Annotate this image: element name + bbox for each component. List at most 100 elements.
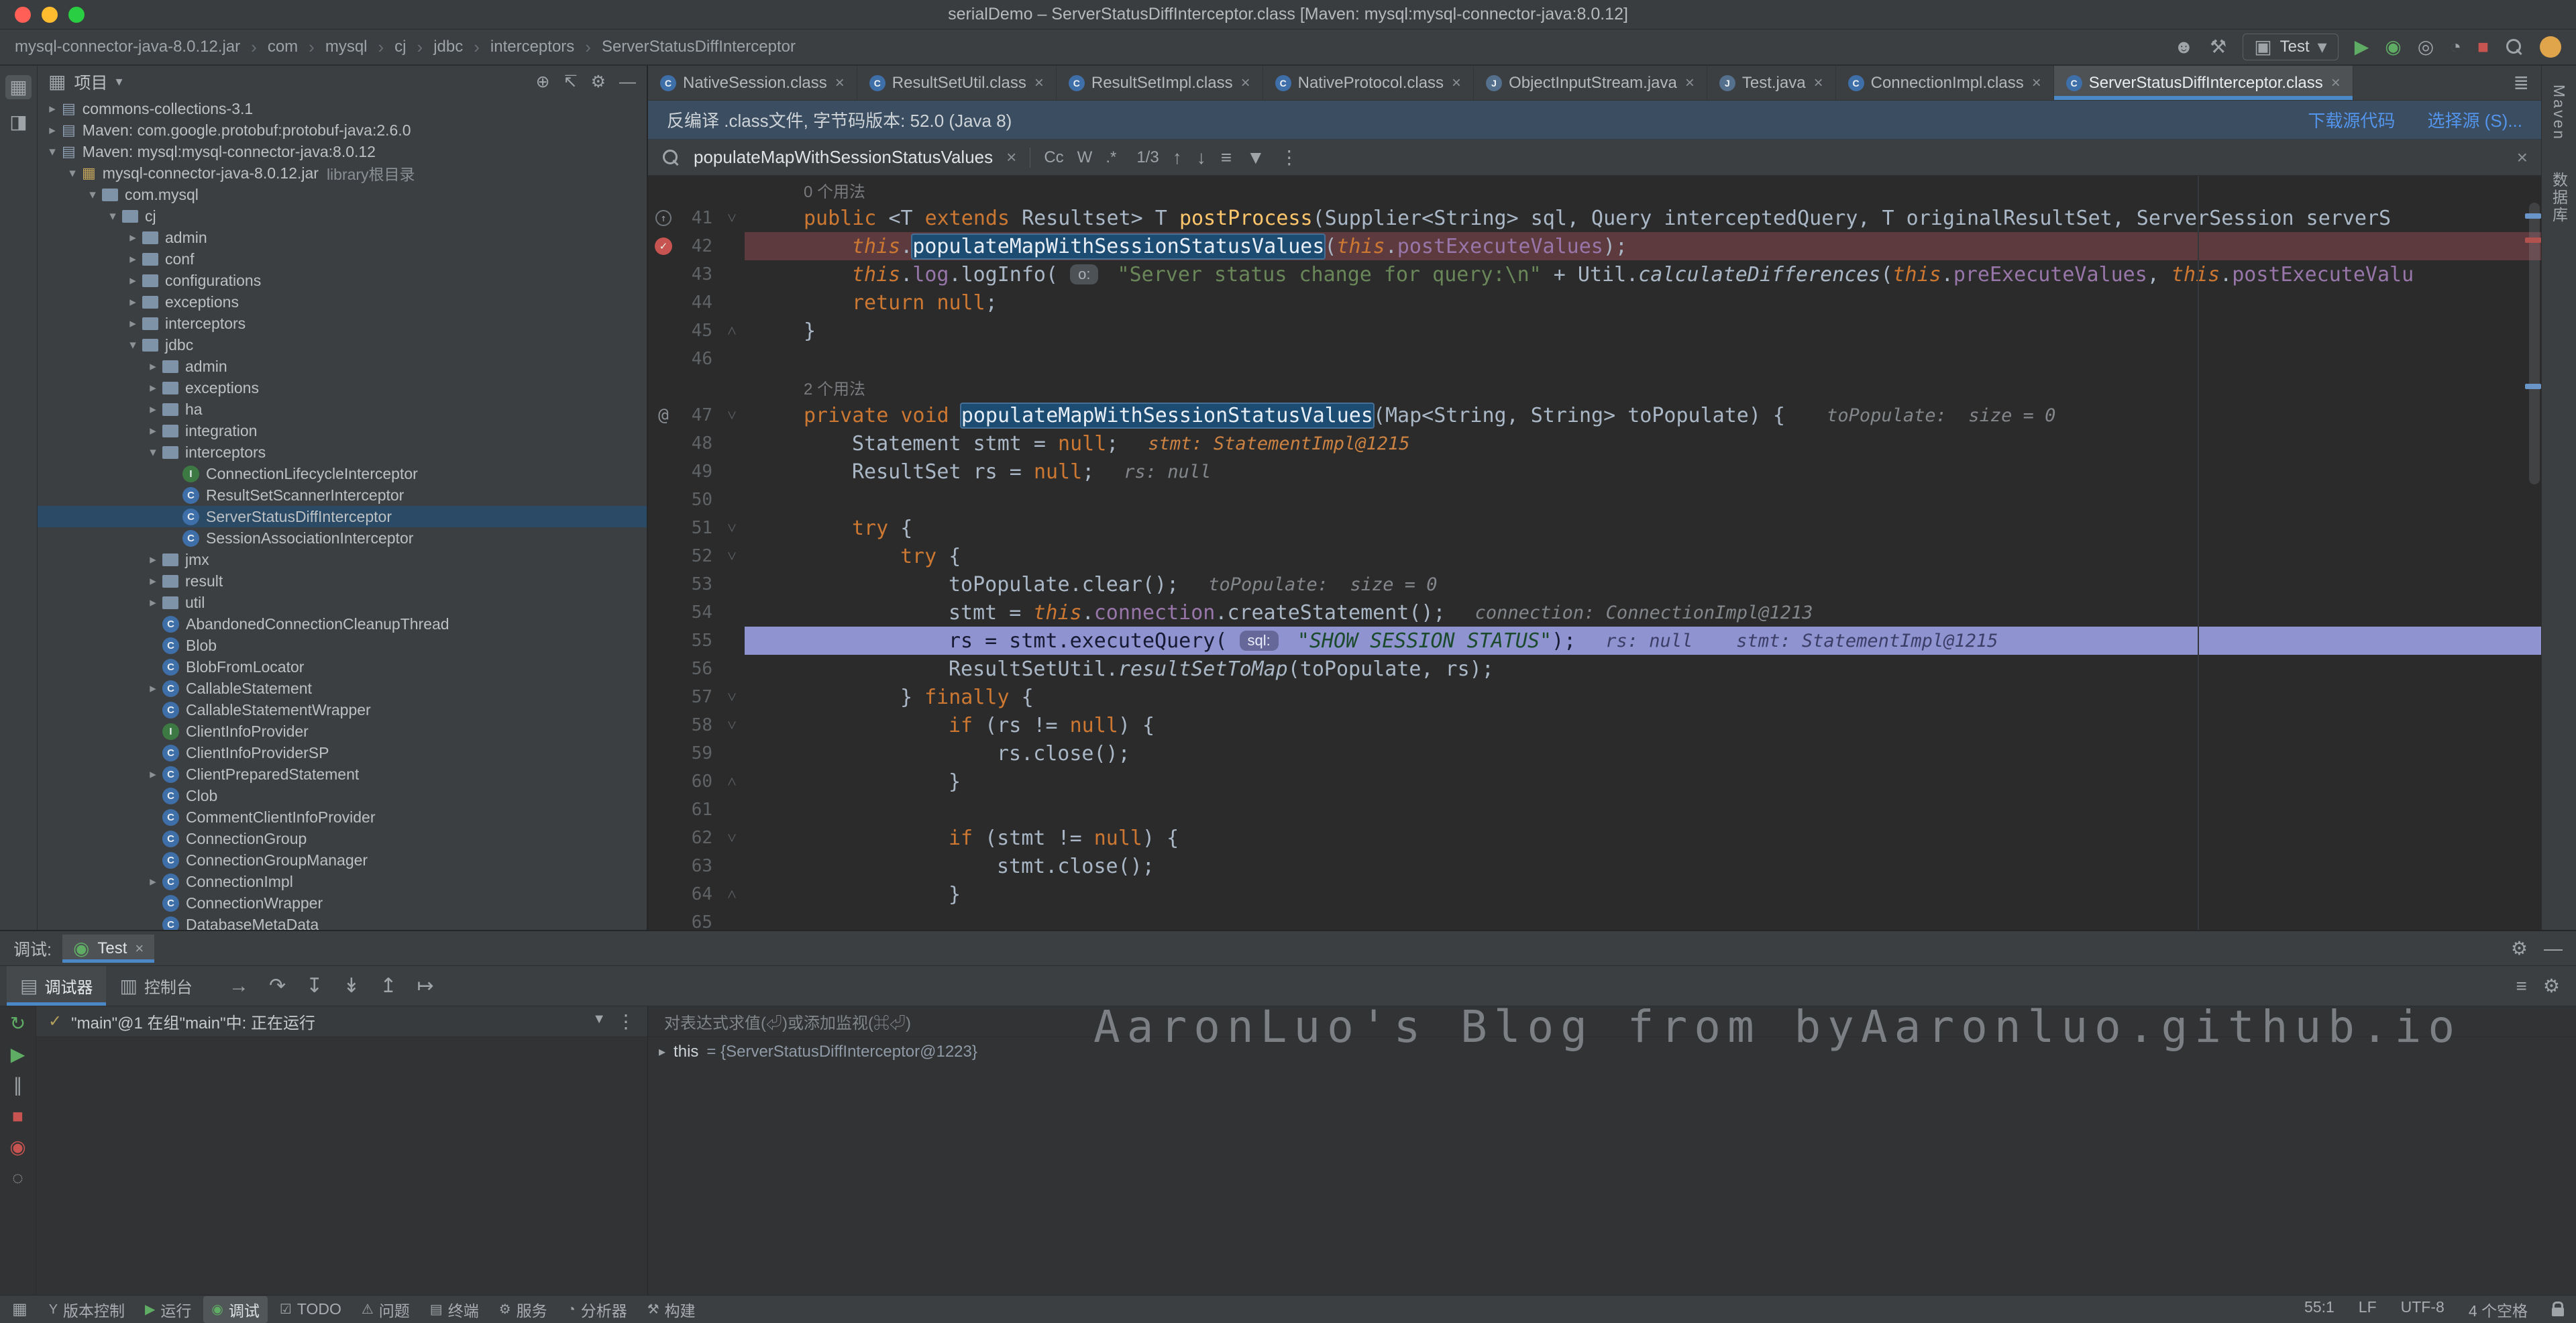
build-hammer-icon[interactable]: ⚒: [2210, 38, 2226, 56]
chevron-collapsed-icon[interactable]: ▸: [123, 230, 142, 246]
mute-breakpoints-icon[interactable]: ◌: [12, 1169, 23, 1187]
status-bar-info[interactable]: 4 个空格: [2469, 1298, 2528, 1321]
tab-close-icon[interactable]: ×: [1241, 74, 1250, 93]
settings-icon[interactable]: ⚙: [2543, 977, 2560, 996]
tree-row[interactable]: ▸interceptors: [38, 313, 647, 334]
tree-row[interactable]: CConnectionGroupManager: [38, 849, 647, 871]
code-line[interactable]: 54stmt = this.connection.createStatement…: [648, 598, 2541, 627]
breakpoint-stripe-mark[interactable]: [2525, 237, 2541, 243]
chevron-collapsed-icon[interactable]: ▸: [123, 252, 142, 267]
tree-row[interactable]: ▸admin: [38, 227, 647, 248]
tree-row[interactable]: ▸CCallableStatement: [38, 678, 647, 699]
tab-close-icon[interactable]: ×: [2032, 74, 2041, 93]
toolwindow-stripe-label[interactable]: Maven: [2550, 85, 2568, 141]
tab-close-icon[interactable]: ×: [1452, 74, 1461, 93]
show-execution-point-icon[interactable]: →: [229, 976, 249, 996]
tree-row[interactable]: CSessionAssociationInterceptor: [38, 527, 647, 549]
run-configuration-selector[interactable]: ▣Test▾: [2243, 34, 2339, 60]
step-into-icon[interactable]: ↧: [306, 976, 323, 996]
tree-row[interactable]: ▸CConnectionImpl: [38, 871, 647, 892]
status-bar-item[interactable]: ▶运行: [137, 1296, 199, 1323]
status-bar-item[interactable]: ▤终端: [422, 1296, 487, 1323]
force-step-into-icon[interactable]: ↡: [343, 976, 360, 996]
breadcrumb-item[interactable]: com: [268, 38, 298, 56]
profiler-icon[interactable]: ◔: [2450, 38, 2461, 56]
code-line[interactable]: 58˅if (rs != null) {: [648, 711, 2541, 739]
editor-tab[interactable]: CResultSetUtil.class×: [857, 66, 1057, 100]
expand-icon[interactable]: ▸: [659, 1045, 665, 1059]
tree-row[interactable]: ▸jmx: [38, 549, 647, 570]
status-bar-item[interactable]: ⚠问题: [354, 1296, 418, 1323]
tab-close-icon[interactable]: ×: [835, 74, 845, 93]
chevron-collapsed-icon[interactable]: ▸: [144, 423, 162, 439]
chevron-expanded-icon[interactable]: ▾: [83, 187, 102, 203]
breadcrumb-item[interactable]: mysql-connector-java-8.0.12.jar: [15, 38, 240, 56]
minimize-icon[interactable]: —: [2544, 939, 2563, 958]
project-icon[interactable]: ▦: [9, 78, 27, 97]
status-bar-item[interactable]: ⚒构建: [639, 1296, 704, 1323]
tab-close-icon[interactable]: ×: [1034, 74, 1044, 93]
close-search-icon[interactable]: ×: [2517, 147, 2528, 168]
code-line[interactable]: 51˅try {: [648, 514, 2541, 542]
code-line[interactable]: 55rs = stmt.executeQuery( sql: "SHOW SES…: [648, 627, 2541, 655]
chevron-expanded-icon[interactable]: ▾: [144, 445, 162, 460]
resume-icon[interactable]: ▶: [11, 1045, 25, 1064]
tree-row[interactable]: ▾interceptors: [38, 441, 647, 463]
tree-row[interactable]: ▾▤Maven: mysql:mysql-connector-java:8.0.…: [38, 141, 647, 162]
chevron-collapsed-icon[interactable]: ▸: [43, 101, 62, 117]
tree-row[interactable]: ▸conf: [38, 248, 647, 270]
breadcrumb-item[interactable]: interceptors: [490, 38, 574, 56]
code-line[interactable]: 62˅if (stmt != null) {: [648, 824, 2541, 852]
step-out-icon[interactable]: ↥: [380, 976, 396, 996]
tree-row[interactable]: CConnectionGroup: [38, 828, 647, 849]
filter-icon[interactable]: ▼: [1246, 148, 1265, 167]
search-stripe-mark[interactable]: [2525, 384, 2541, 389]
code-line[interactable]: ↑41˅public <T extends Resultset> T postP…: [648, 204, 2541, 232]
editor-tab[interactable]: JTest.java×: [1707, 66, 1836, 100]
chevron-collapsed-icon[interactable]: ▸: [144, 359, 162, 374]
override-marker-icon[interactable]: ↑: [655, 210, 672, 226]
settings-icon[interactable]: ⚙: [2511, 939, 2528, 958]
chevron-collapsed-icon[interactable]: ▸: [144, 552, 162, 568]
tree-row[interactable]: CConnectionWrapper: [38, 892, 647, 914]
tree-row[interactable]: ▸configurations: [38, 270, 647, 291]
step-over-icon[interactable]: ↷: [269, 976, 286, 996]
tree-row[interactable]: CAbandonedConnectionCleanupThread: [38, 613, 647, 635]
tree-row[interactable]: CDatabaseMetaData: [38, 914, 647, 930]
code-line[interactable]: 46: [648, 345, 2541, 373]
code-line[interactable]: 64˄}: [648, 880, 2541, 908]
chevron-collapsed-icon[interactable]: ▸: [144, 380, 162, 396]
code-line[interactable]: 48Statement stmt = null;stmt: StatementI…: [648, 429, 2541, 458]
pause-icon[interactable]: ∥: [13, 1076, 23, 1095]
execution-stripe-mark[interactable]: [2525, 645, 2541, 651]
status-bar-info[interactable]: LF: [2359, 1298, 2377, 1321]
chevron-expanded-icon[interactable]: ▾: [123, 337, 142, 353]
chevron-collapsed-icon[interactable]: ▸: [144, 874, 162, 890]
debug-icon[interactable]: ◉: [2385, 38, 2401, 56]
chevron-expanded-icon[interactable]: ▾: [43, 144, 62, 160]
commit-icon[interactable]: ◨: [9, 113, 27, 131]
tree-row[interactable]: CBlobFromLocator: [38, 656, 647, 678]
hide-icon[interactable]: —: [619, 74, 636, 91]
fold-marker-icon[interactable]: ˄: [719, 885, 745, 904]
debug-view-tab[interactable]: ▥控制台: [106, 966, 205, 1006]
tree-row[interactable]: ▸▤commons-collections-3.1: [38, 98, 647, 119]
more-icon[interactable]: ⋮: [1280, 148, 1299, 167]
editor-tab[interactable]: CNativeSession.class×: [648, 66, 857, 100]
toolwindow-stripe-label[interactable]: 数据库: [2548, 172, 2571, 224]
avatar[interactable]: [2540, 36, 2561, 58]
settings-icon[interactable]: ⚙: [591, 74, 606, 91]
chevron-expanded-icon[interactable]: ▾: [63, 166, 82, 181]
layout-settings-icon[interactable]: ≡: [2516, 977, 2527, 996]
tree-row[interactable]: ▸util: [38, 592, 647, 613]
code-line[interactable]: ✓42this.populateMapWithSessionStatusValu…: [648, 232, 2541, 260]
download-sources-link[interactable]: 下载源代码: [2308, 107, 2395, 132]
run-icon[interactable]: ▶: [2355, 38, 2369, 56]
chevron-collapsed-icon[interactable]: ▸: [123, 295, 142, 310]
breadcrumb-item[interactable]: ServerStatusDiffInterceptor: [602, 38, 796, 56]
tree-row[interactable]: ▸ha: [38, 399, 647, 420]
code-line[interactable]: 53toPopulate.clear();toPopulate: size = …: [648, 570, 2541, 598]
toolwindow-toggle-icon[interactable]: ▦: [12, 1302, 28, 1318]
fold-marker-icon[interactable]: ˅: [719, 406, 745, 425]
fold-marker-icon[interactable]: ˅: [719, 519, 745, 538]
